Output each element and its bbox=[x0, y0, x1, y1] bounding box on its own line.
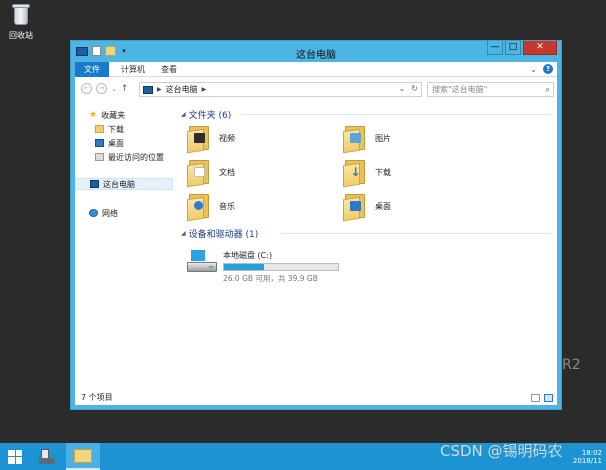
network-icon bbox=[89, 209, 98, 217]
collapse-caret-icon[interactable]: ◢ bbox=[181, 230, 186, 237]
computer-icon[interactable] bbox=[76, 46, 88, 56]
address-bar[interactable]: ▶ 这台电脑 ▶ ⌄ ↻ bbox=[139, 82, 422, 97]
desktop-folder-icon bbox=[95, 139, 104, 147]
search-icon[interactable]: ⌕ bbox=[546, 83, 550, 96]
devices-group-header[interactable]: ◢ 设备和驱动器 (1) bbox=[181, 227, 258, 240]
start-button[interactable] bbox=[0, 443, 30, 470]
folder-pictures[interactable]: 图片 bbox=[343, 124, 391, 154]
folder-music[interactable]: 音乐 bbox=[187, 192, 235, 222]
tab-file[interactable]: 文件 bbox=[75, 62, 109, 77]
nav-item-recent-places[interactable]: 最近访问的位置 bbox=[95, 151, 164, 163]
maximize-button[interactable]: □ bbox=[505, 41, 521, 55]
recycle-bin-label: 回收站 bbox=[9, 31, 33, 40]
window-body: 文件 计算机 查看 ⌄ ? ← → ⌄ ↑ ▶ 这台电脑 ▶ ⌄ ↻ 搜索"这台… bbox=[75, 62, 557, 405]
item-count: 7 个项目 bbox=[81, 393, 113, 402]
recent-places-icon bbox=[95, 153, 104, 161]
forward-button[interactable]: → bbox=[96, 83, 107, 94]
customize-dropdown-icon[interactable]: ▾ bbox=[120, 47, 128, 55]
content-pane: ◢ 文件夹 (6) 视频 图片 文档 ↓ 下载 音乐 桌面 ◢ 设备和驱动器 (… bbox=[177, 102, 557, 391]
group-divider bbox=[241, 114, 551, 115]
taskbar-server-manager[interactable] bbox=[30, 443, 64, 470]
search-input[interactable]: 搜索"这台电脑" ⌕ bbox=[427, 82, 554, 97]
drive-space-text: 26.0 GB 可用，共 39.9 GB bbox=[223, 274, 318, 283]
downloads-folder-icon: ↓ bbox=[343, 158, 367, 188]
drive-c[interactable]: 本地磁盘 (C:) 26.0 GB 可用，共 39.9 GB bbox=[187, 250, 339, 284]
folders-group-header[interactable]: ◢ 文件夹 (6) bbox=[181, 108, 231, 121]
properties-icon[interactable] bbox=[92, 46, 101, 56]
recent-locations-icon[interactable]: ⌄ bbox=[111, 85, 117, 93]
navigation-pane: ★ 收藏夹 下载 桌面 最近访问的位置 这台电脑 网络 bbox=[75, 102, 173, 391]
hard-drive-icon bbox=[187, 250, 217, 274]
explorer-window: ▾ 这台电脑 — □ ✕ 文件 计算机 查看 ⌄ ? ← → ⌄ ↑ ▶ 这台电… bbox=[70, 40, 562, 410]
refresh-icon[interactable]: ↻ bbox=[411, 84, 418, 93]
computer-icon bbox=[143, 85, 153, 94]
status-bar: 7 个项目 bbox=[75, 391, 557, 405]
minimize-button[interactable]: — bbox=[487, 41, 503, 55]
breadcrumb-arrow-icon[interactable]: ▶ bbox=[157, 86, 162, 93]
search-placeholder: 搜索"这台电脑" bbox=[432, 85, 488, 94]
computer-icon bbox=[90, 180, 99, 188]
star-icon: ★ bbox=[89, 110, 98, 120]
large-icons-view-icon[interactable] bbox=[544, 394, 553, 402]
drive-name: 本地磁盘 (C:) bbox=[223, 251, 273, 260]
up-button[interactable]: ↑ bbox=[121, 84, 129, 94]
tab-computer[interactable]: 计算机 bbox=[113, 62, 153, 77]
folder-desktop[interactable]: 桌面 bbox=[343, 192, 391, 222]
windows-logo-icon bbox=[8, 449, 22, 464]
nav-item-this-pc[interactable]: 这台电脑 bbox=[75, 178, 173, 190]
ribbon-tabs: 文件 计算机 查看 ⌄ ? bbox=[75, 62, 557, 77]
drive-usage-fill bbox=[224, 264, 264, 270]
recycle-bin-desktop-icon[interactable]: 回收站 bbox=[4, 2, 38, 41]
title-bar[interactable]: ▾ 这台电脑 — □ ✕ bbox=[71, 41, 561, 62]
tab-view[interactable]: 查看 bbox=[153, 62, 185, 77]
clock-time: 18:02 bbox=[581, 449, 602, 457]
nav-item-network[interactable]: 网络 bbox=[89, 207, 118, 219]
address-row: ← → ⌄ ↑ ▶ 这台电脑 ▶ ⌄ ↻ 搜索"这台电脑" ⌕ bbox=[75, 78, 557, 100]
windows-edition-text: R2 bbox=[562, 357, 581, 373]
drive-usage-bar bbox=[223, 263, 339, 271]
nav-item-desktop[interactable]: 桌面 bbox=[95, 137, 124, 149]
quick-access-toolbar: ▾ bbox=[76, 46, 128, 56]
details-view-icon[interactable] bbox=[531, 394, 540, 402]
folder-downloads[interactable]: ↓ 下载 bbox=[343, 158, 391, 188]
group-divider bbox=[281, 233, 551, 234]
nav-item-favorites[interactable]: ★ 收藏夹 bbox=[89, 109, 125, 121]
system-clock[interactable]: 18:02 2018/11 bbox=[573, 449, 602, 465]
recycle-bin-icon bbox=[11, 2, 31, 26]
new-folder-icon[interactable] bbox=[105, 46, 116, 56]
downloads-folder-icon bbox=[95, 125, 104, 133]
breadcrumb-arrow-icon[interactable]: ▶ bbox=[202, 86, 207, 93]
collapse-caret-icon[interactable]: ◢ bbox=[181, 111, 186, 118]
address-dropdown-icon[interactable]: ⌄ bbox=[399, 84, 406, 93]
folder-videos[interactable]: 视频 bbox=[187, 124, 235, 154]
taskbar-file-explorer[interactable] bbox=[66, 443, 100, 470]
breadcrumb-this-pc[interactable]: 这台电脑 bbox=[166, 84, 198, 95]
nav-item-downloads[interactable]: 下载 bbox=[95, 123, 124, 135]
expand-ribbon-icon[interactable]: ⌄ bbox=[530, 65, 537, 74]
pictures-folder-icon bbox=[343, 124, 367, 154]
documents-folder-icon bbox=[187, 158, 211, 188]
file-explorer-icon bbox=[74, 448, 92, 463]
back-button[interactable]: ← bbox=[81, 83, 92, 94]
desktop-folder-icon bbox=[343, 192, 367, 222]
clock-date: 2018/11 bbox=[572, 457, 602, 465]
help-icon[interactable]: ? bbox=[543, 64, 553, 74]
server-manager-icon bbox=[39, 448, 55, 465]
videos-folder-icon bbox=[187, 124, 211, 154]
folder-documents[interactable]: 文档 bbox=[187, 158, 235, 188]
close-button[interactable]: ✕ bbox=[523, 41, 557, 55]
music-folder-icon bbox=[187, 192, 211, 222]
csdn-watermark: CSDN @锡明码农 bbox=[440, 442, 563, 460]
